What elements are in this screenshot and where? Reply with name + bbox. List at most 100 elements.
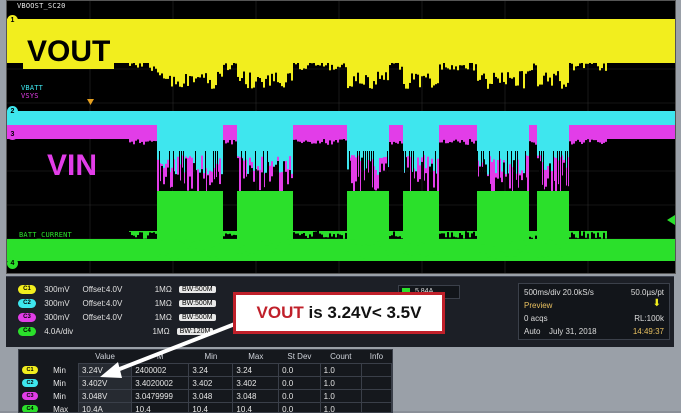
ch4-trace-spike: [143, 231, 145, 239]
trace-gap: [557, 151, 558, 191]
ch1-trace-spike: [183, 61, 185, 84]
ch1-trace-spike: [325, 61, 327, 65]
ch3-trace-spike: [471, 139, 473, 142]
trace-gap: [517, 151, 518, 191]
ch2-settings[interactable]: C2 300mV Offset:4.0V 1MΩ BW:500M: [18, 299, 216, 310]
waveform-display[interactable]: VBOOST_SC20 VBATT VSYS BATT_CURRENT 1 2 …: [6, 0, 676, 274]
ch4-trace-spike: [155, 231, 157, 234]
trace-gap: [245, 151, 246, 191]
ch1-trace-spike: [327, 61, 329, 62]
ch1-trace-spike: [497, 61, 499, 79]
ch2-trace-spike: [193, 125, 195, 163]
ch2-trace-spike: [563, 125, 565, 160]
ch1-trace-spike: [259, 61, 261, 78]
ch3-trace-spike: [455, 139, 457, 140]
ch4-trace-spike: [397, 231, 399, 237]
ch3-trace-spike: [575, 139, 577, 141]
ch4-trace-spike: [359, 191, 361, 257]
table-row[interactable]: C2 Min 3.402V 3.4020002 3.402 3.402 0.0 …: [19, 377, 392, 390]
ch1-settings[interactable]: C1 300mV Offset:4.0V 1MΩ BW:500M: [18, 285, 216, 296]
ch3-trace-spike: [447, 139, 449, 143]
table-row[interactable]: C4 Max 10.4A 10.4 10.4 10.4 0.0 1.0: [19, 403, 392, 413]
ch1-trace-spike: [409, 61, 411, 83]
ch1-trace-spike: [557, 61, 559, 71]
row-channel-badge: C2: [22, 379, 38, 387]
ch4-trace-spike: [229, 231, 231, 234]
ch3-settings[interactable]: C3 300mV Offset:4.0V 1MΩ BW:500M: [18, 313, 216, 324]
ch3-trace-spike: [571, 139, 573, 144]
ch1-trace-spike: [389, 61, 391, 65]
ch1-trace-spike: [337, 61, 339, 67]
ch3-trace-spike: [593, 139, 595, 140]
ch1-impedance: 1MΩ: [155, 285, 177, 294]
ch4-trace-spike: [335, 231, 337, 237]
ch1-trace-spike: [235, 61, 237, 64]
trigger-position-icon: [87, 99, 94, 105]
ch4-trace-spike: [553, 191, 555, 240]
ch2-trace-spike: [357, 125, 359, 156]
acquisition-info[interactable]: 500ms/div 20.0kS/s 50.0µs/pt Preview ⬇ 0…: [518, 283, 670, 340]
ch4-badge: C4: [18, 327, 36, 336]
ch1-trace-spike: [241, 61, 243, 78]
ch1-trace-spike: [521, 61, 523, 71]
ch2-trace-spike: [501, 125, 503, 172]
ch4-trace-spike: [455, 231, 457, 237]
ch3-trace-spike: [577, 139, 579, 140]
ch4-trace-spike: [585, 231, 587, 238]
row-stdev: 0.0: [279, 390, 321, 403]
ch1-trace-spike: [473, 61, 475, 71]
ch4-ground-marker[interactable]: 4: [7, 258, 18, 269]
trace-gap: [559, 151, 560, 191]
trace-gap: [507, 151, 508, 191]
ch3-trace-spike: [445, 139, 447, 143]
ch2-trace-spike: [157, 125, 159, 160]
ch3-scale: 300mV: [44, 313, 80, 322]
ch1-trace-spike: [187, 61, 189, 86]
ch2-ground-marker[interactable]: 2: [7, 106, 18, 117]
ch3-trace-spike: [573, 139, 575, 144]
ch4-trace-spike: [475, 231, 477, 236]
ch2-trace-spike: [513, 125, 515, 160]
ch3-trace-spike: [229, 139, 231, 140]
header-info: Info: [361, 350, 391, 364]
ch1-ground-marker[interactable]: 1: [7, 15, 18, 26]
row-min: 3.048: [189, 390, 233, 403]
ch1-trace-spike: [169, 61, 171, 76]
ch3-trace-spike: [599, 139, 601, 143]
ch4-trace-spike: [533, 231, 535, 239]
ch3-ground-marker[interactable]: 3: [7, 129, 18, 140]
ch4-trace-spike: [361, 191, 363, 246]
ch1-trace-spike: [359, 61, 361, 83]
ch1-trace-spike: [275, 61, 277, 73]
ch4-trace-spike: [595, 231, 597, 238]
trace-gap: [371, 151, 372, 191]
ch4-trace-spike: [275, 191, 277, 248]
ch1-trace-spike: [439, 61, 441, 64]
ch4-trace-spike: [537, 191, 539, 258]
ch1-trace-spike: [273, 61, 275, 81]
ch4-trace-spike: [279, 191, 281, 242]
ch1-trace-spike: [505, 61, 507, 84]
trace-gap: [481, 151, 482, 191]
ch4-settings[interactable]: C4 4.0A/div 1MΩ BW:120M: [18, 327, 213, 338]
ch1-trace-spike: [225, 61, 227, 63]
trace-gap: [565, 151, 566, 191]
ch1-trace-spike: [171, 61, 173, 86]
table-row[interactable]: C3 Min 3.048V 3.0479999 3.048 3.048 0.0 …: [19, 390, 392, 403]
trace-gap: [373, 151, 374, 191]
ch2-trace-spike: [437, 125, 439, 159]
ch4-trace-spike: [169, 191, 171, 258]
ch2-trace-spike: [353, 125, 355, 155]
ch1-trace-spike: [547, 61, 549, 81]
ch4-trace-spike: [157, 191, 159, 257]
ch1-trace-spike: [277, 61, 279, 82]
measurement-results-table[interactable]: Value M Min Max St Dev Count Info C1 Min…: [18, 349, 393, 413]
ch1-trace-spike: [283, 61, 285, 87]
ch4-trace-spike: [547, 191, 549, 257]
table-row[interactable]: C1 Min 3.24V 2400002 3.24 3.24 0.0 1.0: [19, 364, 392, 377]
ch4-trace-spike: [495, 191, 497, 258]
ch3-trace-spike: [333, 139, 335, 141]
ch3-trace-spike: [145, 139, 147, 142]
ch2-trace-spike: [509, 125, 511, 164]
trace-gap: [241, 151, 242, 191]
